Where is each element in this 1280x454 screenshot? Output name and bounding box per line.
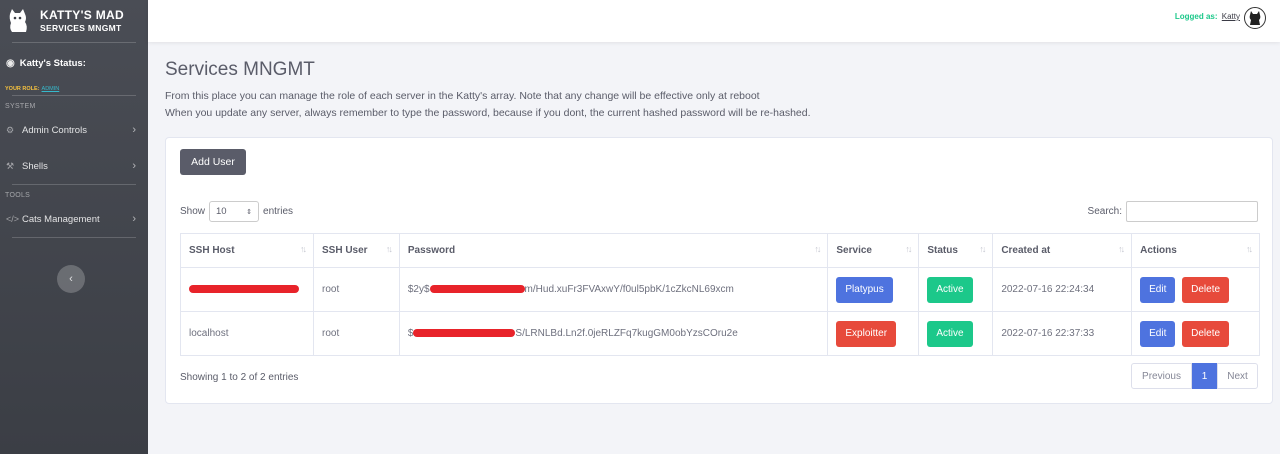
sidebar-item-admin-controls[interactable]: ⚙ Admin Controls ›	[0, 112, 148, 148]
topbar: Logged as: Katty	[148, 0, 1280, 42]
select-arrows-icon: ⇕	[246, 208, 253, 216]
sidebar-heading-system: SYSTEM	[5, 103, 36, 110]
status-label: Katty's Status:	[19, 57, 86, 69]
cat-logo-icon	[4, 7, 32, 35]
cell-ssh-host	[180, 267, 314, 312]
service-badge[interactable]: Exploitter	[836, 320, 897, 347]
sidebar-item-cats-management[interactable]: </> Cats Management ›	[0, 201, 148, 237]
column-header-actions[interactable]: Actions ↑↓	[1131, 233, 1260, 268]
brand[interactable]: KATTY'S MAD SERVICES MNGMT	[0, 0, 148, 42]
search-label: Search:	[1087, 206, 1122, 217]
username-link[interactable]: Katty	[1222, 12, 1240, 21]
show-label: Show	[180, 206, 206, 217]
chevron-left-icon: ‹	[69, 273, 73, 285]
sidebar-item-label: Admin Controls	[22, 124, 87, 136]
role-indicator: YOUR ROLE: ADMIN	[0, 83, 148, 95]
cell-ssh-user: root	[312, 267, 400, 312]
entries-length-control: Show 10 ⇕ entries	[180, 201, 293, 222]
cell-password: $ S/LRNLBd.Ln2f.0jeRLZFq7kugGM0obYzsCOru2…	[398, 311, 829, 356]
pagination: Previous 1 Next	[1131, 363, 1258, 389]
status-badge[interactable]: Active	[927, 320, 973, 347]
sidebar-item-label: Cats Management	[22, 213, 100, 225]
services-table: SSH Host ↑↓ SSH User ↑↓ Password ↑↓ Service…	[180, 233, 1260, 356]
pagination-next[interactable]: Next	[1217, 363, 1258, 389]
redaction-mark	[413, 329, 516, 338]
avatar[interactable]	[1244, 7, 1266, 29]
gear-icon: ⚙	[6, 124, 15, 135]
cat-avatar-icon	[1249, 11, 1261, 25]
brand-subtitle: SERVICES MNGMT	[40, 23, 122, 34]
code-icon: </>	[6, 214, 20, 224]
sidebar: KATTY'S MAD SERVICES MNGMT ◉ Katty's Sta…	[0, 0, 148, 454]
chevron-right-icon: ›	[132, 124, 136, 136]
pagination-page-1[interactable]: 1	[1192, 363, 1217, 389]
search-input[interactable]	[1126, 201, 1258, 222]
cell-service: Exploitter	[827, 311, 920, 356]
column-header-created-at[interactable]: Created at ↑↓	[992, 233, 1133, 268]
edit-button[interactable]: Edit	[1140, 276, 1176, 303]
sort-icon: ↑↓	[1246, 244, 1253, 254]
page-title: Services MNGMT	[165, 59, 315, 80]
entries-label: entries	[263, 206, 294, 217]
column-header-service[interactable]: Service ↑↓	[827, 233, 920, 268]
role-value[interactable]: ADMIN	[42, 86, 60, 92]
redaction-mark	[189, 285, 299, 294]
sort-icon: ↑↓	[299, 244, 307, 254]
sidebar-heading-tools: TOOLS	[5, 192, 31, 199]
cell-status: Active	[918, 311, 994, 356]
description-line: When you update any server, always remem…	[165, 107, 811, 119]
cell-actions: Edit Delete	[1131, 311, 1260, 356]
status-badge[interactable]: Active	[927, 276, 973, 303]
cell-created-at: 2022-07-16 22:37:33	[992, 311, 1133, 356]
column-header-password[interactable]: Password ↑↓	[398, 233, 829, 268]
services-card: Add User Show 10 ⇕ entries Search: SSH H…	[165, 137, 1273, 404]
cell-actions: Edit Delete	[1131, 267, 1260, 312]
status-item[interactable]: ◉ Katty's Status:	[0, 43, 148, 83]
entries-select-value: 10	[216, 206, 227, 217]
table-header-row: SSH Host ↑↓ SSH User ↑↓ Password ↑↓ Service…	[180, 233, 1260, 268]
table-row: localhost root $ S/LRNLBd.Ln2f.0jeRLZFq7k…	[180, 311, 1260, 356]
role-label: YOUR ROLE:	[5, 86, 40, 92]
cell-password: $2y$ m/Hud.xuFr3FVAxwY/f0ul5pbK/1cZkcNL69…	[398, 267, 829, 312]
delete-button[interactable]: Delete	[1182, 320, 1230, 347]
cell-ssh-user: root	[312, 311, 400, 356]
sidebar-divider	[12, 237, 136, 238]
sort-icon: ↑↓	[814, 244, 821, 254]
chevron-right-icon: ›	[132, 213, 136, 225]
column-header-status[interactable]: Status ↑↓	[918, 233, 994, 268]
add-user-button[interactable]: Add User	[180, 149, 246, 175]
brand-title: KATTY'S MAD	[40, 8, 124, 23]
sidebar-item-shells[interactable]: ⚒ Shells ›	[0, 148, 148, 184]
cell-ssh-host: localhost	[180, 311, 314, 356]
chevron-right-icon: ›	[132, 160, 136, 172]
service-badge[interactable]: Platypus	[836, 276, 893, 303]
table-row: root $2y$ m/Hud.xuFr3FVAxwY/f0ul5pbK/1cZk…	[180, 267, 1260, 312]
cell-status: Active	[918, 267, 994, 312]
pagination-previous[interactable]: Previous	[1131, 363, 1192, 389]
delete-button[interactable]: Delete	[1182, 276, 1230, 303]
sidebar-item-label: Shells	[22, 160, 48, 172]
sort-icon: ↑↓	[385, 244, 393, 254]
table-info: Showing 1 to 2 of 2 entries	[180, 372, 299, 383]
logged-as: Logged as: Katty	[1175, 12, 1240, 21]
entries-select[interactable]: 10 ⇕	[209, 201, 260, 222]
wrench-icon: ⚒	[6, 160, 15, 171]
dashboard-icon: ◉	[6, 57, 15, 69]
cell-service: Platypus	[827, 267, 920, 312]
logged-as-label: Logged as:	[1174, 12, 1218, 21]
redaction-mark	[429, 285, 525, 294]
page-description: From this place you can manage the role …	[165, 88, 811, 122]
edit-button[interactable]: Edit	[1140, 320, 1176, 347]
cell-created-at: 2022-07-16 22:24:34	[992, 267, 1133, 312]
column-header-ssh-host[interactable]: SSH Host ↑↓	[180, 233, 314, 268]
sort-icon: ↑↓	[979, 244, 986, 254]
sidebar-toggle-button[interactable]: ‹	[57, 265, 85, 293]
sort-icon: ↑↓	[905, 244, 912, 254]
sort-icon: ↑↓	[1118, 244, 1125, 254]
description-line: From this place you can manage the role …	[165, 90, 760, 102]
search-control: Search:	[1088, 201, 1258, 222]
column-header-ssh-user[interactable]: SSH User ↑↓	[312, 233, 400, 268]
